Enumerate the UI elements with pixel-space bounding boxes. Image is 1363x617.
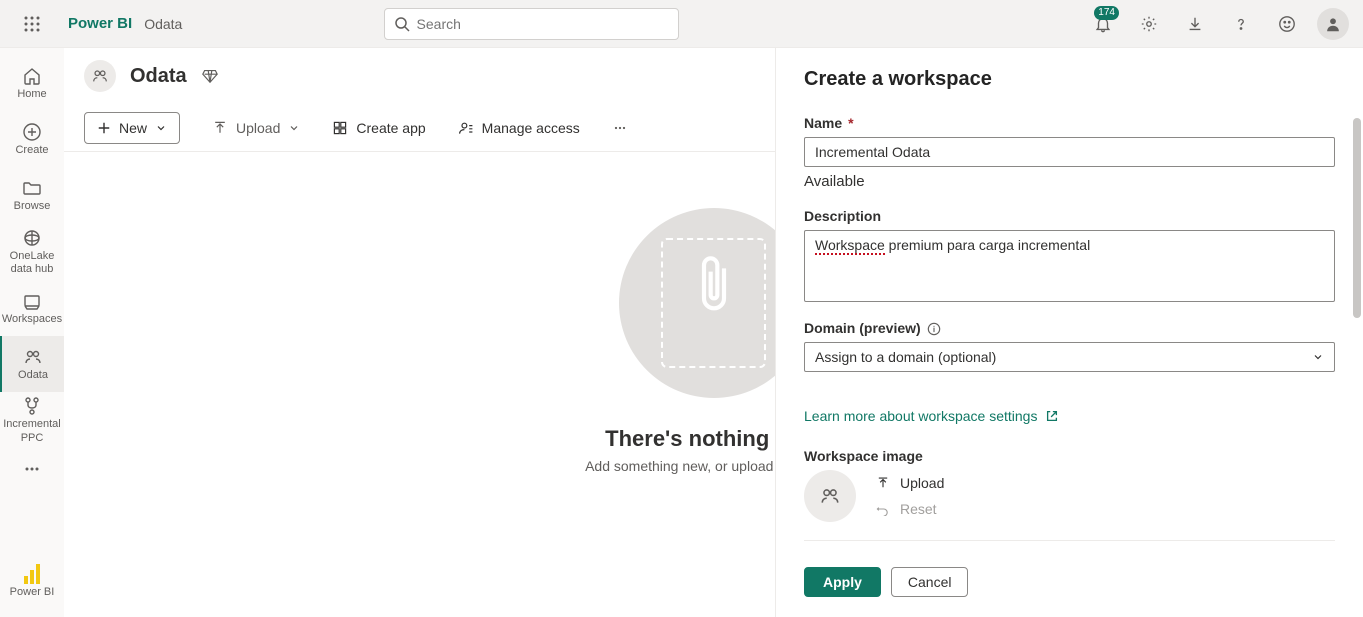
manage-access-icon: [458, 120, 474, 136]
workspace-avatar: [84, 60, 116, 92]
help-button[interactable]: [1219, 0, 1263, 48]
nav-onelake-label: OneLake data hub: [2, 250, 62, 276]
name-input[interactable]: [804, 137, 1335, 167]
new-button-label: New: [119, 120, 147, 136]
toolbar-more-button[interactable]: [612, 120, 628, 136]
nav-onelake[interactable]: OneLake data hub: [0, 224, 64, 280]
gear-icon: [1140, 15, 1158, 33]
download-icon: [1186, 15, 1204, 33]
upload-label: Upload: [236, 120, 280, 136]
search-wrap: [384, 8, 679, 40]
search-icon: [394, 16, 410, 35]
apply-button[interactable]: Apply: [804, 567, 881, 597]
header-actions: 174: [1081, 0, 1355, 48]
chevron-down-icon: [288, 122, 300, 134]
nav-more[interactable]: [0, 449, 64, 489]
nav-create[interactable]: Create: [0, 112, 64, 168]
workspace-image-reset-button: Reset: [876, 501, 944, 517]
domain-dropdown[interactable]: Assign to a domain (optional): [804, 342, 1335, 372]
chevron-down-icon: [155, 122, 167, 134]
nav-workspaces-label: Workspaces: [2, 313, 62, 326]
manage-access-label: Manage access: [482, 120, 580, 136]
domain-field-label: Domain (preview): [804, 320, 921, 336]
learn-more-label: Learn more about workspace settings: [804, 408, 1037, 424]
nav-incremental-label: Incremental PPC: [2, 418, 62, 444]
new-button[interactable]: New: [84, 112, 180, 144]
domain-dropdown-value: Assign to a domain (optional): [815, 349, 996, 365]
smile-icon: [1278, 15, 1296, 33]
panel-footer: Apply Cancel: [776, 551, 1363, 617]
powerbi-logo-icon: [24, 564, 40, 584]
panel-title: Create a workspace: [804, 68, 1335, 91]
branch-icon: [22, 396, 42, 416]
brand-label[interactable]: Power BI: [68, 15, 132, 32]
more-icon: [612, 120, 628, 136]
name-availability-message: Available: [804, 173, 1335, 190]
download-button[interactable]: [1173, 0, 1217, 48]
description-input[interactable]: Workspace premium para carga incremental: [804, 230, 1335, 302]
description-field-label: Description: [804, 208, 881, 224]
nav-odata[interactable]: Odata: [0, 336, 64, 392]
plus-icon: [97, 121, 111, 135]
left-nav-rail: Home Create Browse OneLake data hub Work…: [0, 48, 64, 617]
home-icon: [22, 66, 42, 86]
person-icon: [1324, 15, 1342, 33]
learn-more-link[interactable]: Learn more about workspace settings: [804, 408, 1059, 424]
workspace-title: Odata: [130, 65, 187, 88]
workspace-image-label: Workspace image: [804, 448, 923, 464]
cancel-button[interactable]: Cancel: [891, 567, 969, 597]
upload-icon: [876, 476, 890, 490]
onelake-icon: [22, 228, 42, 248]
more-icon: [22, 459, 42, 479]
workspaces-icon: [22, 291, 42, 311]
nav-home[interactable]: Home: [0, 56, 64, 112]
create-app-label: Create app: [356, 120, 425, 136]
upload-button[interactable]: Upload: [212, 120, 300, 136]
workspace-image-upload-label: Upload: [900, 475, 944, 491]
external-link-icon: [1045, 409, 1059, 423]
nav-powerbi-app[interactable]: Power BI: [0, 553, 64, 609]
help-icon: [1232, 15, 1250, 33]
premium-diamond-icon: [201, 67, 219, 85]
chevron-down-icon: [1312, 351, 1324, 363]
people-icon: [23, 347, 43, 367]
paperclip-icon: [694, 250, 734, 320]
avatar[interactable]: [1317, 8, 1349, 40]
plus-circle-icon: [22, 122, 42, 142]
create-app-button[interactable]: Create app: [332, 120, 425, 136]
nav-create-label: Create: [15, 144, 48, 157]
app-launcher-button[interactable]: [8, 0, 56, 48]
nav-odata-label: Odata: [18, 369, 48, 382]
required-indicator: *: [848, 115, 853, 131]
notifications-button[interactable]: 174: [1081, 0, 1125, 48]
settings-button[interactable]: [1127, 0, 1171, 48]
breadcrumb[interactable]: Odata: [144, 16, 182, 32]
nav-powerbi-label: Power BI: [10, 586, 55, 598]
manage-access-button[interactable]: Manage access: [458, 120, 580, 136]
nav-browse-label: Browse: [14, 200, 51, 213]
create-workspace-panel: Create a workspace Name * Available Descr…: [775, 48, 1363, 617]
top-header: Power BI Odata 174: [0, 0, 1363, 48]
waffle-icon: [24, 16, 40, 32]
search-input[interactable]: [384, 8, 679, 40]
undo-icon: [876, 502, 890, 516]
folder-icon: [22, 178, 42, 198]
name-field-label: Name: [804, 115, 842, 131]
upload-icon: [212, 120, 228, 136]
people-icon: [819, 485, 841, 507]
info-icon[interactable]: [927, 322, 941, 336]
create-app-icon: [332, 120, 348, 136]
people-icon: [91, 67, 109, 85]
nav-browse[interactable]: Browse: [0, 168, 64, 224]
workspace-image-preview: [804, 470, 856, 522]
nav-home-label: Home: [17, 88, 46, 101]
nav-incremental[interactable]: Incremental PPC: [0, 392, 64, 448]
panel-scrollbar[interactable]: [1353, 118, 1361, 318]
feedback-button[interactable]: [1265, 0, 1309, 48]
workspace-image-upload-button[interactable]: Upload: [876, 475, 944, 491]
notification-badge: 174: [1094, 6, 1119, 20]
nav-workspaces[interactable]: Workspaces: [0, 280, 64, 336]
workspace-image-reset-label: Reset: [900, 501, 937, 517]
